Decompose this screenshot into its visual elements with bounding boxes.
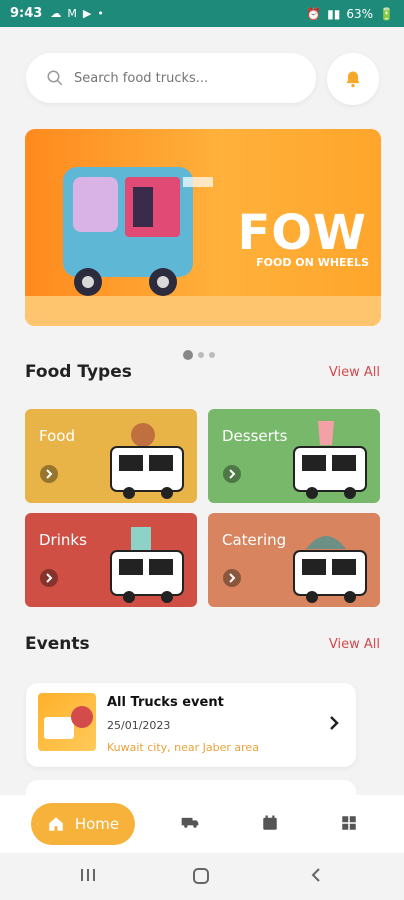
signal-icon: ▮▮ <box>327 6 341 21</box>
truck-icon <box>293 421 367 499</box>
system-navigation <box>0 853 404 900</box>
notification-dot-icon: • <box>97 7 104 20</box>
carousel-dot[interactable] <box>183 350 193 360</box>
alarm-icon: ⏰ <box>306 6 322 21</box>
recent-apps-icon[interactable] <box>80 867 96 883</box>
food-type-tile-drinks[interactable]: Drinks <box>25 513 197 607</box>
food-type-tile-desserts[interactable]: Desserts <box>208 409 380 503</box>
banner-title: FOW <box>237 205 367 261</box>
search-icon <box>47 70 63 86</box>
home-icon <box>49 817 63 831</box>
battery-icon: 🔋 <box>379 6 394 21</box>
food-truck-illustration <box>63 167 213 296</box>
events-view-all-link[interactable]: View All <box>329 637 380 652</box>
arrow-right-icon <box>40 569 58 587</box>
truck-icon <box>110 423 184 499</box>
status-right: ⏰ ▮▮ 63% 🔋 <box>306 7 394 21</box>
chevron-right-icon[interactable] <box>328 715 340 731</box>
battery-percent: 63% <box>346 6 374 21</box>
food-types-view-all-link[interactable]: View All <box>329 365 380 380</box>
status-bar: 9:43 ☁ M ▶ • ⏰ ▮▮ 63% 🔋 <box>0 0 404 27</box>
arrow-right-icon <box>223 569 241 587</box>
event-thumbnail-art <box>44 706 93 739</box>
back-icon[interactable] <box>310 867 322 883</box>
truck-icon[interactable] <box>180 814 200 830</box>
event-thumbnail <box>38 693 96 751</box>
status-time: 9:43 <box>10 6 43 21</box>
food-type-label: Catering <box>222 531 287 549</box>
food-type-tile-catering[interactable]: Catering <box>208 513 380 607</box>
nav-home-label: Home <box>74 815 120 833</box>
arrow-right-icon <box>40 465 58 483</box>
carousel-dot[interactable] <box>209 352 215 358</box>
truck-icon <box>293 536 367 603</box>
grid-icon[interactable] <box>340 814 358 832</box>
bell-icon <box>346 71 360 88</box>
cloud-icon: ☁ <box>50 7 62 20</box>
carousel-indicator <box>183 350 215 360</box>
mail-icon: M <box>67 7 77 20</box>
carousel-dot[interactable] <box>198 352 204 358</box>
food-type-label: Desserts <box>222 427 288 445</box>
truck-icon <box>110 527 184 603</box>
nav-home-button[interactable]: Home <box>31 803 135 845</box>
notification-button[interactable] <box>327 53 379 105</box>
food-type-label: Food <box>39 427 75 445</box>
bottom-navigation: Home <box>0 795 404 853</box>
calendar-icon[interactable] <box>261 814 279 832</box>
food-type-tile-food[interactable]: Food <box>25 409 197 503</box>
search-bar[interactable] <box>26 53 316 103</box>
event-date: 25/01/2023 <box>107 719 171 732</box>
banner-subtitle: FOOD ON WHEELS <box>256 256 369 269</box>
search-input[interactable] <box>74 70 284 86</box>
event-card[interactable]: All Trucks event 25/01/2023 Kuwait city,… <box>26 683 356 767</box>
events-title: Events <box>25 634 90 654</box>
food-type-label: Drinks <box>39 531 87 549</box>
home-system-icon[interactable] <box>192 867 210 885</box>
food-types-title: Food Types <box>25 362 132 382</box>
promo-banner[interactable]: FOW FOOD ON WHEELS <box>25 129 381 326</box>
status-left-icons: ☁ M ▶ • <box>50 7 103 20</box>
event-location: Kuwait city, near Jaber area <box>107 741 259 754</box>
youtube-icon: ▶ <box>82 7 92 20</box>
arrow-right-icon <box>223 465 241 483</box>
event-title: All Trucks event <box>107 695 224 710</box>
